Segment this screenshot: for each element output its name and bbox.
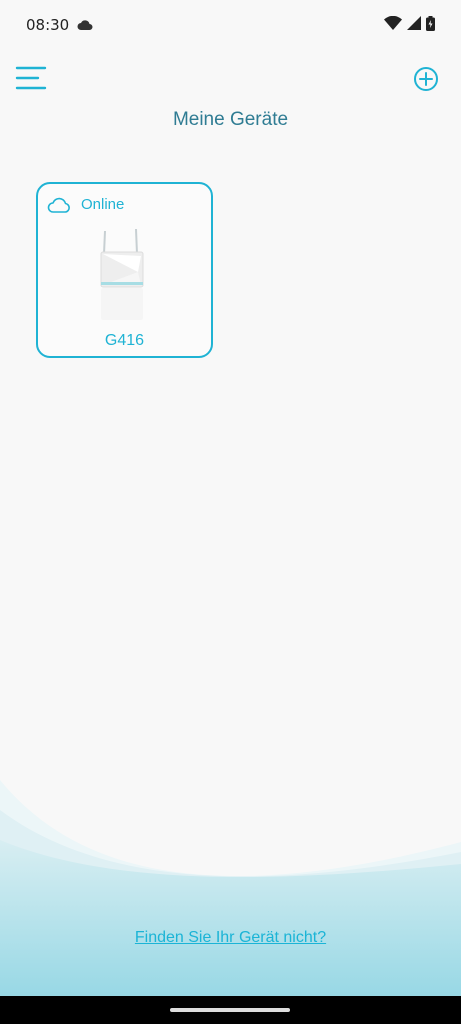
status-left: 08:30 — [26, 16, 93, 34]
router-image — [100, 228, 144, 320]
signal-icon — [407, 16, 421, 34]
wifi-icon — [384, 15, 402, 34]
status-right — [384, 15, 435, 35]
cloud-outline-icon — [47, 197, 70, 213]
device-card[interactable]: Online G416 — [36, 182, 213, 358]
add-device-button[interactable] — [413, 66, 439, 92]
home-indicator[interactable] — [170, 1008, 290, 1012]
hamburger-menu-icon — [15, 66, 47, 90]
device-name: G416 — [104, 332, 145, 349]
device-status: Online — [47, 196, 124, 213]
battery-icon — [426, 15, 435, 35]
plus-circle-icon — [414, 67, 438, 91]
status-time: 08:30 — [26, 16, 70, 34]
background-wave — [0, 780, 461, 996]
cloud-icon — [77, 16, 93, 34]
menu-button[interactable] — [14, 64, 48, 94]
device-not-found-link[interactable]: Finden Sie Ihr Gerät nicht? — [0, 929, 461, 947]
page-title: Meine Geräte — [172, 109, 289, 130]
device-status-label: Online — [81, 196, 125, 213]
status-bar: 08:30 — [0, 0, 461, 50]
